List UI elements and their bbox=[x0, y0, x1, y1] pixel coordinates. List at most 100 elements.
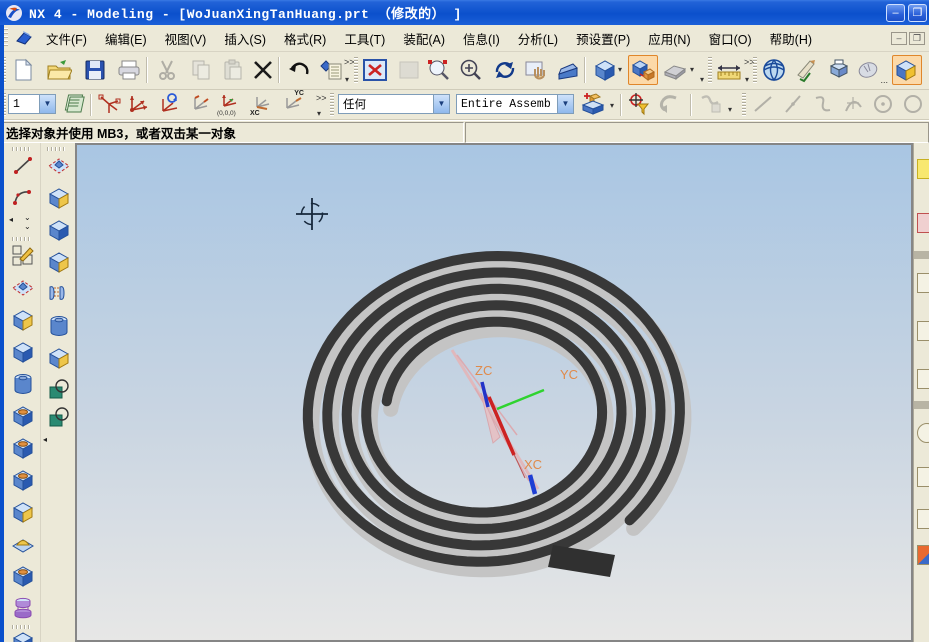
find-component-button[interactable] bbox=[580, 92, 606, 116]
dropdown-arrow[interactable]: ▾ bbox=[610, 102, 614, 110]
toolbar-grip[interactable] bbox=[742, 93, 746, 116]
line-button[interactable] bbox=[10, 153, 36, 179]
zoom-box-button[interactable] bbox=[424, 55, 454, 85]
menu-analysis[interactable]: 分析(L) bbox=[509, 26, 567, 51]
wcs-yc-button[interactable]: YC bbox=[278, 92, 304, 116]
dropdown-arrow[interactable]: ▾ bbox=[728, 106, 732, 114]
zoom-scale-button[interactable] bbox=[394, 55, 424, 85]
snap-curve-button[interactable] bbox=[810, 92, 836, 116]
clipped-icon[interactable] bbox=[917, 369, 929, 389]
sketch-button[interactable] bbox=[10, 243, 36, 269]
maximize-button[interactable]: ❐ bbox=[908, 4, 927, 22]
copy-button[interactable] bbox=[186, 55, 216, 85]
chevron-down-icon[interactable]: ▼ bbox=[557, 95, 573, 113]
chevron-down-icon[interactable]: ▼ bbox=[39, 95, 55, 113]
menu-window[interactable]: 窗口(O) bbox=[700, 26, 761, 51]
slot-button[interactable] bbox=[10, 563, 36, 589]
pocket-button[interactable] bbox=[10, 467, 36, 493]
layer-combo[interactable]: 1 ▼ bbox=[8, 94, 56, 114]
wcs-origin-button[interactable] bbox=[126, 92, 152, 116]
perspective-button[interactable] bbox=[553, 55, 583, 85]
menu-file[interactable]: 文件(F) bbox=[37, 26, 96, 51]
dropdown-arrow[interactable]: ▾ bbox=[690, 66, 694, 74]
boss2-button[interactable] bbox=[46, 249, 72, 275]
chevron-down-icon[interactable]: ▼ bbox=[433, 95, 449, 113]
unite-button[interactable] bbox=[46, 377, 72, 403]
minimize-button[interactable]: – bbox=[886, 4, 905, 22]
graphics-window[interactable]: ZC YC XC bbox=[75, 143, 913, 642]
wcs-set-origin-button[interactable]: (0,0,0) bbox=[216, 92, 242, 116]
undo-button[interactable] bbox=[284, 55, 314, 85]
trim-button[interactable] bbox=[46, 345, 72, 371]
chamfer-button[interactable] bbox=[10, 629, 36, 642]
datum-csys-button[interactable] bbox=[10, 275, 36, 301]
cut-button[interactable] bbox=[152, 55, 182, 85]
wcs-rotate-button[interactable] bbox=[156, 92, 182, 116]
deselect-button[interactable] bbox=[656, 92, 682, 116]
snap-circle-button[interactable] bbox=[900, 92, 926, 116]
mdi-minimize-button[interactable]: – bbox=[891, 32, 907, 45]
clipped-icon[interactable] bbox=[917, 545, 929, 565]
display-mode-button[interactable] bbox=[660, 55, 690, 85]
overflow-chevron[interactable]: >> bbox=[316, 94, 327, 103]
print-setup-button[interactable] bbox=[824, 55, 854, 85]
mdi-restore-button[interactable]: ❐ bbox=[909, 32, 925, 45]
toolbar-grip[interactable] bbox=[330, 93, 334, 116]
overflow-chevron[interactable]: >> bbox=[344, 58, 355, 67]
toolbar-grip[interactable] bbox=[354, 57, 358, 84]
menu-insert[interactable]: 插入(S) bbox=[215, 26, 275, 51]
pan-button[interactable] bbox=[522, 55, 552, 85]
wcs-orient-button[interactable] bbox=[186, 92, 212, 116]
fit-view-button[interactable] bbox=[360, 55, 390, 85]
toolbar-grip[interactable] bbox=[12, 147, 32, 151]
measure-button[interactable] bbox=[714, 55, 744, 85]
save-button[interactable] bbox=[80, 55, 110, 85]
toolbar-grip[interactable] bbox=[708, 57, 712, 84]
clipped-icon[interactable] bbox=[917, 423, 929, 443]
chain-select-button[interactable] bbox=[698, 92, 724, 116]
selection-type-combo[interactable]: 任何 ▼ bbox=[338, 94, 450, 114]
sheet-bend-button[interactable] bbox=[46, 281, 72, 307]
clipped-icon[interactable] bbox=[917, 273, 929, 293]
snap-line2-button[interactable] bbox=[780, 92, 806, 116]
hole-button[interactable] bbox=[10, 403, 36, 429]
role-button[interactable] bbox=[759, 55, 789, 85]
collapse-left-icon[interactable]: ◂ bbox=[43, 435, 47, 444]
shaded-display-button[interactable] bbox=[590, 55, 620, 85]
pad-button[interactable] bbox=[10, 499, 36, 525]
rotate-view-button[interactable] bbox=[490, 55, 520, 85]
subtract-button[interactable] bbox=[46, 405, 72, 431]
bend-button[interactable] bbox=[46, 313, 72, 339]
dropdown-arrow[interactable]: ▾ bbox=[345, 76, 349, 84]
sweep-button[interactable] bbox=[10, 339, 36, 365]
menu-assemblies[interactable]: 装配(A) bbox=[394, 26, 454, 51]
menu-view[interactable]: 视图(V) bbox=[156, 26, 216, 51]
customize-button[interactable] bbox=[316, 55, 346, 85]
snap-circle-center-button[interactable] bbox=[870, 92, 896, 116]
dropdown-arrow[interactable]: ▾ bbox=[700, 76, 704, 84]
collapse-left-icon[interactable]: ◂ bbox=[9, 215, 13, 224]
block-button[interactable] bbox=[46, 217, 72, 243]
clipped-icon[interactable] bbox=[917, 321, 929, 341]
expand-more-icon[interactable]: ⌄⌄ bbox=[24, 213, 31, 231]
groove-button[interactable] bbox=[10, 595, 36, 621]
toolbar-grip[interactable] bbox=[753, 57, 757, 84]
dome-button[interactable] bbox=[10, 531, 36, 557]
arc-button[interactable] bbox=[10, 185, 36, 211]
tube-button[interactable] bbox=[10, 371, 36, 397]
new-button[interactable] bbox=[8, 55, 38, 85]
boss-button[interactable] bbox=[10, 435, 36, 461]
wcs-dynamics-button[interactable] bbox=[96, 92, 122, 116]
datum-plane-button[interactable] bbox=[46, 153, 72, 179]
wcs-xc-button[interactable]: XC bbox=[248, 92, 274, 116]
work-scope-combo[interactable]: Entire Assemb ▼ bbox=[456, 94, 574, 114]
dropdown-arrow[interactable]: ▾ bbox=[618, 66, 622, 74]
menu-tools[interactable]: 工具(T) bbox=[335, 26, 394, 51]
menu-preferences[interactable]: 预设置(P) bbox=[567, 26, 639, 51]
mouse-settings-button[interactable]: ... bbox=[854, 55, 884, 85]
clipped-icon[interactable] bbox=[917, 509, 929, 529]
clipped-icon[interactable] bbox=[917, 213, 929, 233]
zoom-in-out-button[interactable] bbox=[456, 55, 486, 85]
delete-button[interactable] bbox=[248, 55, 278, 85]
extrude-button[interactable] bbox=[46, 185, 72, 211]
